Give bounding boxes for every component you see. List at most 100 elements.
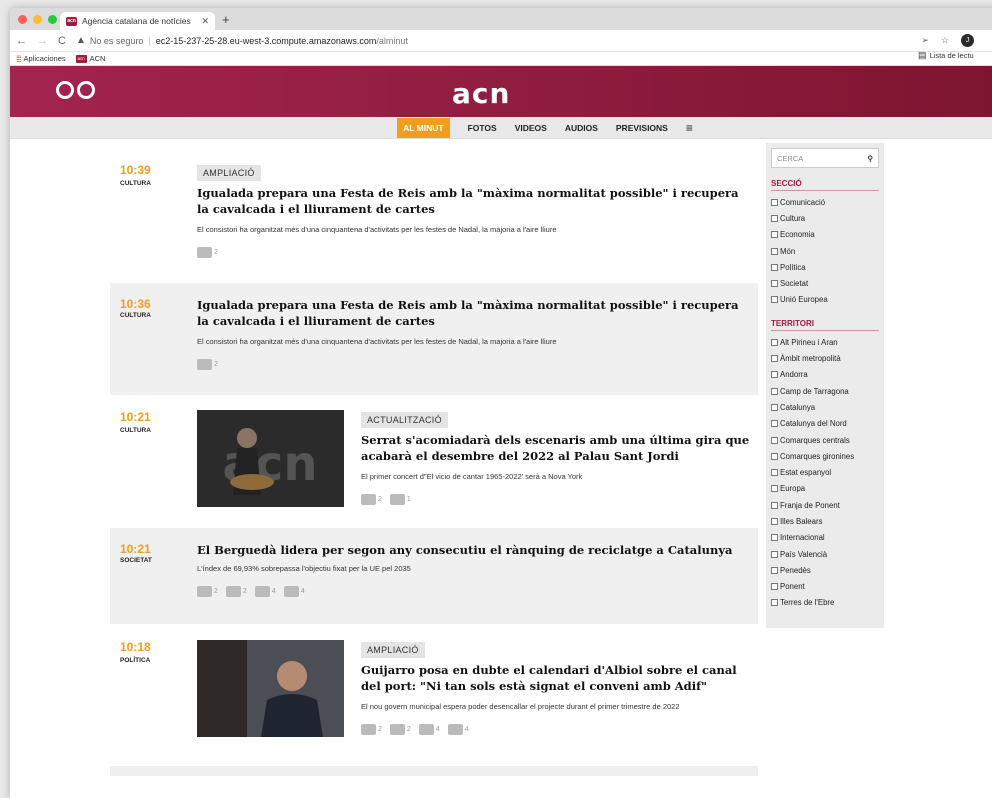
security-status[interactable]: No es seguro [90,36,144,46]
filter-checkbox[interactable]: Economia [771,227,879,243]
text-count[interactable]: 2 [197,359,218,370]
news-item[interactable]: 10:39 CULTURA AMPLIACIÓ Igualada prepara… [110,153,758,271]
nav-fotos[interactable]: FOTOS [468,123,497,133]
seccio-heading: SECCIÓ [771,179,879,191]
filter-checkbox[interactable]: Política [771,259,879,275]
video-count[interactable]: 2 [225,586,247,597]
bookmark-acn[interactable]: acn ACN [75,54,105,63]
text-count[interactable]: 2 [197,586,218,597]
maximize-window-button[interactable] [48,15,57,24]
filter-label: Estat espanyol [780,468,832,478]
news-item[interactable]: 10:36 CULTURA Igualada prepara una Festa… [110,283,758,395]
news-title[interactable]: Serrat s'acomiadarà dels escenaris amb u… [361,432,756,464]
address-actions: ➢ ☆ J [921,34,974,47]
address-bar: ← → C ▲ No es seguro | ec2-15-237-25-28.… [10,30,992,52]
news-title[interactable]: Igualada prepara una Festa de Reis amb l… [197,185,752,217]
audio-count[interactable]: 4 [447,724,469,735]
text-count[interactable]: 2 [197,247,218,258]
tab-title: Agència catalana de notícies [82,16,191,26]
filter-checkbox[interactable]: Cultura [771,210,879,226]
filter-label: Catalunya del Nord [780,419,847,429]
filter-checkbox[interactable]: Internacional [771,530,879,546]
url-host[interactable]: ec2-15-237-25-28.eu-west-3.compute.amazo… [156,36,377,46]
news-thumbnail[interactable] [197,640,344,737]
search-icon[interactable]: ⚲ [868,154,874,163]
news-item[interactable]: 10:18 POLÍTICA AMPLIACIÓ Guijarro posa e… [110,630,758,760]
filter-checkbox[interactable]: País Valencià [771,546,879,562]
user-icon[interactable] [56,81,74,99]
search-icon[interactable] [77,81,95,99]
star-icon[interactable]: ☆ [941,35,949,46]
news-badge: AMPLIACIÓ [361,642,425,658]
audio-count[interactable]: 4 [283,586,305,597]
filter-checkbox[interactable]: Alt Pirineu i Aran [771,334,879,350]
photo-count[interactable]: 1 [389,494,411,505]
news-title[interactable]: Igualada prepara una Festa de Reis amb l… [197,297,752,329]
news-meta: 2 1 [361,494,756,505]
filter-label: Cultura [780,213,806,223]
new-tab-button[interactable]: + [222,12,230,27]
photo-count[interactable]: 4 [418,724,440,735]
hamburger-menu-icon[interactable]: ≡ [686,121,693,135]
reload-icon[interactable]: C [58,35,66,47]
news-item[interactable]: 10:21 CULTURA acn ACTUALITZACIÓ Serrat s… [110,400,758,522]
filter-checkbox[interactable]: Europa [771,481,879,497]
back-icon[interactable]: ← [16,35,27,47]
news-thumbnail[interactable]: acn [197,410,344,507]
header-icons [56,81,95,99]
news-section: CULTURA [120,427,151,434]
filter-checkbox[interactable]: Illes Balears [771,513,879,529]
filter-checkbox[interactable]: Franja de Ponent [771,497,879,513]
site-logo[interactable]: acn [452,77,510,110]
filter-checkbox[interactable]: Penedès [771,562,879,578]
send-icon[interactable]: ➢ [921,35,929,46]
url-path[interactable]: /alminut [376,36,408,46]
close-tab-icon[interactable]: ✕ [201,16,209,27]
forward-icon[interactable]: → [37,35,48,47]
photo-count[interactable]: 4 [254,586,276,597]
video-count[interactable]: 2 [389,724,411,735]
close-window-button[interactable] [18,15,27,24]
filter-label: Política [780,262,806,272]
filter-label: Comunicació [780,197,826,207]
filter-checkbox[interactable]: Món [771,243,879,259]
filter-checkbox[interactable]: Andorra [771,367,879,383]
filter-checkbox[interactable]: Comarques centrals [771,432,879,448]
filter-checkbox[interactable]: Ponent [771,579,879,595]
nav-videos[interactable]: VIDEOS [515,123,547,133]
filter-checkbox[interactable]: Unió Europea [771,292,879,308]
bookmark-apps[interactable]: ⁞⁞⁞ Aplicaciones [16,54,66,64]
minimize-window-button[interactable] [33,15,42,24]
filter-checkbox[interactable]: Comunicació [771,194,879,210]
news-section: SOCIETAT [120,557,152,564]
news-section: POLÍTICA [120,657,151,664]
search-input[interactable]: CERCA ⚲ [771,148,879,168]
filter-label: Comarques centrals [780,435,850,445]
news-item[interactable]: 10:21 SOCIETAT El Berguedà lidera per se… [110,528,758,624]
filter-checkbox[interactable]: Camp de Tarragona [771,383,879,399]
text-count[interactable]: 2 [361,494,382,505]
filter-checkbox[interactable]: Estat espanyol [771,464,879,480]
site-header: acn [10,66,992,117]
text-count[interactable]: 2 [361,724,382,735]
browser-tab[interactable]: acn Agència catalana de notícies ✕ [60,12,215,30]
text-icon [197,247,212,258]
photo-icon [418,724,434,735]
filter-checkbox[interactable]: Àmbit metropolità [771,350,879,366]
warning-icon[interactable]: ▲ [76,35,86,46]
reading-list[interactable]: ▤ Lista de lectu [918,50,974,61]
news-item[interactable] [110,766,758,776]
news-title[interactable]: El Berguedà lidera per segon any consecu… [197,542,752,558]
profile-avatar[interactable]: J [961,34,974,47]
nav-previsions[interactable]: PREVISIONS [616,123,668,133]
audio-icon [283,586,299,597]
filter-checkbox[interactable]: Societat [771,275,879,291]
news-title[interactable]: Guijarro posa en dubte el calendari d'Al… [361,662,756,694]
filter-checkbox[interactable]: Comarques gironines [771,448,879,464]
filter-checkbox[interactable]: Catalunya [771,399,879,415]
nav-audios[interactable]: AUDIOS [565,123,598,133]
nav-al-minut[interactable]: AL MINUT [397,117,450,138]
filter-checkbox[interactable]: Catalunya del Nord [771,416,879,432]
filter-checkbox[interactable]: Terres de l'Ebre [771,595,879,611]
apps-grid-icon: ⁞⁞⁞ [16,53,21,64]
